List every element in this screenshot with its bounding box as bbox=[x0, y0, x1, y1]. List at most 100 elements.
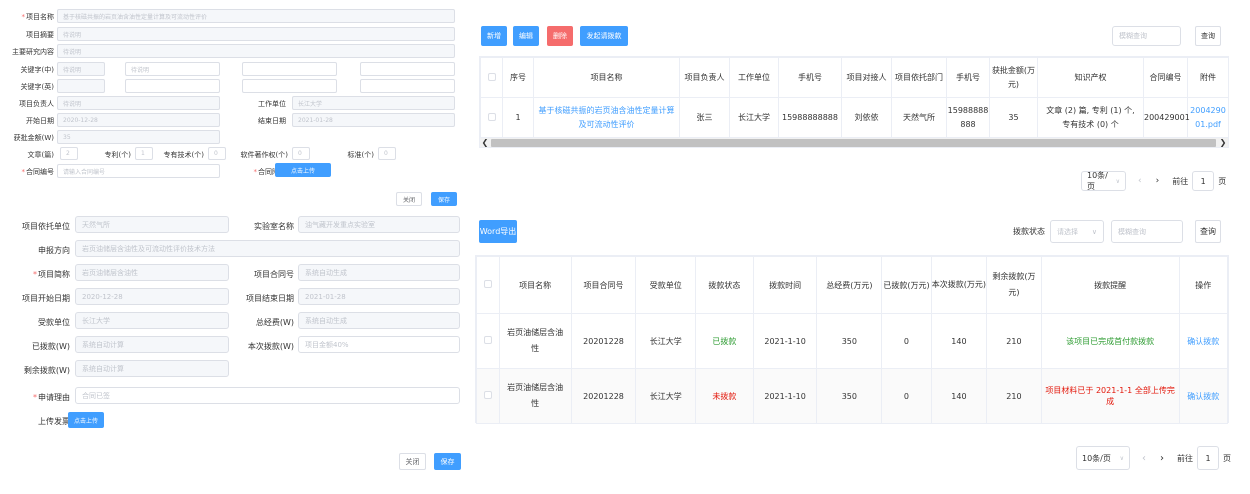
confirm-funding-link[interactable]: 确认拨款 bbox=[1178, 313, 1229, 369]
content-input[interactable]: 待说明 bbox=[57, 44, 455, 58]
paid-input[interactable]: 系统自动计算 bbox=[75, 336, 229, 353]
table-row[interactable]: 1 基于核磁共振的岩页油含油性定量计算及可流动性评价 张三 长江大学 15988… bbox=[480, 97, 1228, 138]
fuzzy-search-input-2[interactable]: 模糊查询 bbox=[1111, 220, 1183, 243]
header-cell: 拨款时间 bbox=[752, 256, 818, 314]
prev-page-icon[interactable]: ‹ bbox=[1142, 453, 1146, 464]
keyword-cn-input-2[interactable]: 待说明 bbox=[125, 62, 220, 76]
page-size-select[interactable]: 10条/页 ∨ bbox=[1081, 171, 1126, 191]
keyword-en-input-4[interactable] bbox=[360, 79, 455, 93]
row-checkbox[interactable] bbox=[476, 313, 500, 369]
header-checkbox[interactable] bbox=[480, 57, 503, 98]
funding-table: 项目名称 项目合同号 受款单位 拨款状态 拨款时间 总经费(万元) 已拨款(万元… bbox=[475, 255, 1229, 424]
search-button-2[interactable]: 查询 bbox=[1195, 220, 1221, 243]
row-contact: 刘依依 bbox=[841, 97, 892, 138]
next-page-icon[interactable]: › bbox=[1156, 176, 1160, 186]
invoice-upload-button[interactable]: 点击上传 bbox=[68, 412, 104, 428]
project-name-input[interactable]: 基于核磁共振的岩页油含油性定量计算及可流动性评价 bbox=[57, 9, 455, 23]
scroll-thumb[interactable] bbox=[491, 139, 1216, 147]
leader-label: 项目负责人 bbox=[19, 100, 54, 108]
status-select-value: 请选择 bbox=[1057, 227, 1078, 236]
row-time: 2021-1-10 bbox=[752, 368, 818, 424]
header-cell: 项目依托部门 bbox=[891, 57, 947, 98]
articles-label: 文章(篇) bbox=[27, 151, 54, 159]
row-paid: 0 bbox=[881, 313, 932, 369]
award-amount-input[interactable]: 35 bbox=[57, 130, 220, 144]
page-size-select-2[interactable]: 10条/页 ∨ bbox=[1076, 446, 1130, 470]
status-badge: 未拨款 bbox=[695, 368, 754, 424]
header-cell: 序号 bbox=[502, 57, 534, 98]
this-funding-input[interactable]: 项目金额40% bbox=[298, 336, 460, 353]
page-number-input-2[interactable]: 1 bbox=[1197, 446, 1219, 470]
status-select[interactable]: 请选择 ∨ bbox=[1050, 220, 1104, 243]
keyword-en-input-3[interactable] bbox=[242, 79, 337, 93]
attachment-link[interactable]: 200429001.pdf bbox=[1187, 97, 1228, 138]
add-button[interactable]: 新增 bbox=[481, 26, 507, 46]
entrust-unit-input[interactable]: 天然气所 bbox=[75, 216, 229, 233]
status-badge: 已拨款 bbox=[695, 313, 754, 369]
row-checkbox[interactable] bbox=[480, 97, 503, 138]
keyword-cn-label: 关键字(中) bbox=[20, 66, 54, 74]
row-remain: 210 bbox=[986, 368, 1042, 424]
project-start-input[interactable]: 2020-12-28 bbox=[75, 288, 229, 305]
page-number-input[interactable]: 1 bbox=[1192, 171, 1215, 191]
receiver-input[interactable]: 长江大学 bbox=[75, 312, 229, 329]
scroll-right-icon[interactable]: ❯ bbox=[1218, 138, 1228, 147]
keyword-cn-input-4[interactable] bbox=[360, 62, 455, 76]
chevron-down-icon: ∨ bbox=[1115, 177, 1120, 185]
horizontal-scrollbar[interactable]: ❮ ❯ bbox=[480, 138, 1228, 147]
remain-input[interactable]: 系统自动计算 bbox=[75, 360, 229, 377]
software-label: 软件著作权(个) bbox=[240, 151, 288, 159]
save-button[interactable]: 保存 bbox=[431, 192, 457, 206]
row-phone2: 15988888888 bbox=[946, 97, 990, 138]
edit-button[interactable]: 编辑 bbox=[513, 26, 539, 46]
tech-input[interactable]: 0 bbox=[208, 147, 226, 160]
project-end-input[interactable]: 2021-01-28 bbox=[298, 288, 460, 305]
chevron-down-icon: ∨ bbox=[1091, 227, 1097, 236]
keyword-cn-input-3[interactable] bbox=[242, 62, 337, 76]
direction-input[interactable]: 岩页油储层含油性及可流动性评价技术方法 bbox=[75, 240, 460, 257]
start-date-input[interactable]: 2020-12-28 bbox=[57, 113, 220, 127]
scroll-left-icon[interactable]: ❮ bbox=[480, 138, 490, 147]
contract-upload-button[interactable]: 点击上传 bbox=[275, 163, 331, 177]
apply-funding-button[interactable]: 发起请拨款 bbox=[580, 26, 628, 46]
search-button[interactable]: 查询 bbox=[1195, 26, 1221, 46]
end-date-input[interactable]: 2021-01-28 bbox=[292, 113, 455, 127]
contract-no-input[interactable]: 请输入合同编号 bbox=[57, 164, 220, 178]
keyword-en-input-1[interactable] bbox=[57, 79, 105, 93]
work-unit-input[interactable]: 长江大学 bbox=[292, 96, 455, 110]
fuzzy-search-input[interactable]: 模糊查询 bbox=[1112, 26, 1181, 46]
close-button-2[interactable]: 关闭 bbox=[399, 453, 426, 470]
keyword-en-input-2[interactable] bbox=[125, 79, 220, 93]
close-button[interactable]: 关闭 bbox=[396, 192, 422, 206]
header-checkbox[interactable] bbox=[476, 256, 500, 314]
table-row[interactable]: 岩页油储层含油性 20201228 长江大学 已拨款 2021-1-10 350… bbox=[476, 313, 1229, 369]
prev-page-icon[interactable]: ‹ bbox=[1138, 176, 1142, 186]
software-input[interactable]: 0 bbox=[292, 147, 310, 160]
table-row[interactable]: 岩页油储层含油性 20201228 长江大学 未拨款 2021-1-10 350… bbox=[476, 368, 1229, 424]
next-page-icon[interactable]: › bbox=[1160, 453, 1164, 464]
total-funding-input[interactable]: 系统自动生成 bbox=[298, 312, 460, 329]
row-index: 1 bbox=[502, 97, 534, 138]
row-this: 140 bbox=[930, 368, 988, 424]
confirm-funding-link[interactable]: 确认拨款 bbox=[1178, 368, 1229, 424]
articles-input[interactable]: 2 bbox=[60, 147, 78, 160]
page-unit-label: 页 bbox=[1223, 453, 1231, 463]
receiver-label: 受款单位 bbox=[38, 318, 70, 327]
delete-button[interactable]: 删除 bbox=[547, 26, 573, 46]
row-checkbox[interactable] bbox=[476, 368, 500, 424]
word-export-button[interactable]: Word导出 bbox=[479, 220, 517, 243]
paid-label: 已拨款(W) bbox=[31, 342, 70, 351]
page-size-value: 10条/页 bbox=[1082, 453, 1111, 463]
patents-input[interactable]: 1 bbox=[135, 147, 153, 160]
leader-input[interactable]: 待说明 bbox=[57, 96, 220, 110]
abstract-label: 项目摘要 bbox=[26, 31, 54, 39]
short-name-input[interactable]: 岩页油储层含油性 bbox=[75, 264, 229, 281]
reason-input[interactable]: 合同已签 bbox=[75, 387, 460, 404]
project-name-link[interactable]: 基于核磁共振的岩页油含油性定量计算及可流动性评价 bbox=[533, 97, 680, 138]
standard-input[interactable]: 0 bbox=[378, 147, 396, 160]
save-button-2[interactable]: 保存 bbox=[434, 453, 461, 470]
lab-name-input[interactable]: 油气藏开发重点实验室 bbox=[298, 216, 460, 233]
abstract-input[interactable]: 待说明 bbox=[57, 27, 455, 41]
keyword-cn-input-1[interactable]: 待说明 bbox=[57, 62, 105, 76]
contract-code-input[interactable]: 系统自动生成 bbox=[298, 264, 460, 281]
